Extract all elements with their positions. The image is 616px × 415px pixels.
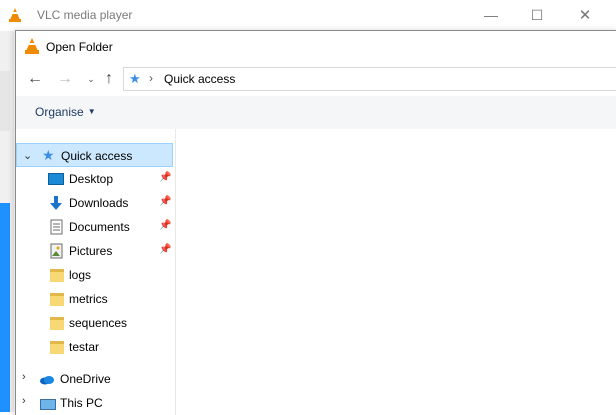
organise-button[interactable]: Organise ▼	[35, 105, 96, 119]
nav-item-logs[interactable]: logs	[16, 263, 173, 287]
nav-item-desktop[interactable]: Desktop 📌	[16, 167, 173, 191]
nav-item-label: Downloads	[69, 196, 129, 210]
nav-item-documents[interactable]: Documents 📌	[16, 215, 173, 239]
nav-item-label: Quick access	[61, 149, 133, 163]
folder-icon	[50, 341, 64, 354]
nav-item-testar[interactable]: testar	[16, 335, 173, 359]
chevron-right-icon[interactable]: ›	[22, 371, 26, 383]
recent-locations-button[interactable]: ⌄	[82, 70, 100, 88]
folder-icon	[50, 293, 64, 306]
vlc-cone-icon	[9, 8, 21, 22]
quick-access-star-icon: ★	[129, 71, 141, 86]
breadcrumb-quick-access[interactable]: Quick access	[164, 72, 235, 86]
navigation-pane: ⌄ ★ Quick access Desktop 📌 Downloads 📌 D…	[16, 129, 176, 415]
nav-item-quick-access[interactable]: ⌄ ★ Quick access	[16, 143, 173, 167]
vlc-panel-fragment	[0, 71, 10, 131]
nav-item-label: sequences	[69, 316, 128, 330]
nav-item-label: Desktop	[69, 172, 114, 186]
chevron-down-icon[interactable]: ⌄	[23, 149, 32, 162]
organise-label: Organise	[35, 105, 84, 119]
nav-item-label: Documents	[69, 220, 130, 234]
folder-icon	[50, 269, 64, 282]
nav-item-onedrive[interactable]: › OneDrive	[16, 367, 173, 391]
onedrive-icon	[40, 376, 54, 385]
pin-icon: 📌	[159, 244, 172, 255]
navigation-bar: ← → ⌄ ↑ ★ › Quick access	[16, 62, 616, 96]
nav-item-sequences[interactable]: sequences	[16, 311, 173, 335]
chevron-down-icon: ▼	[87, 107, 96, 116]
open-folder-dialog: Open Folder ← → ⌄ ↑ ★ › Quick access Org…	[15, 30, 616, 415]
pin-icon: 📌	[159, 196, 172, 207]
nav-item-metrics[interactable]: metrics	[16, 287, 173, 311]
desktop-icon	[48, 173, 64, 185]
nav-item-label: logs	[69, 268, 92, 282]
pin-icon: 📌	[159, 172, 172, 183]
this-pc-icon	[40, 399, 56, 410]
vlc-playlist-fragment	[0, 203, 10, 412]
breadcrumb-separator: ›	[149, 71, 153, 85]
downloads-icon	[50, 196, 62, 210]
vlc-titlebar: VLC media player — ☐ ✕	[0, 0, 616, 31]
pin-icon: 📌	[159, 220, 172, 231]
dialog-titlebar: Open Folder	[16, 31, 616, 62]
nav-item-downloads[interactable]: Downloads 📌	[16, 191, 173, 215]
command-toolbar: Organise ▼	[16, 96, 616, 130]
address-bar[interactable]: ★ › Quick access	[123, 67, 616, 91]
minimize-button[interactable]: —	[468, 0, 514, 31]
vlc-window-title: VLC media player	[37, 8, 133, 22]
quick-access-star-icon: ★	[42, 147, 55, 163]
vlc-cone-icon	[25, 38, 39, 54]
close-button[interactable]: ✕	[562, 0, 608, 31]
nav-item-label: testar	[69, 340, 100, 354]
pictures-icon	[50, 243, 63, 259]
back-button[interactable]: ←	[26, 70, 44, 88]
dialog-title: Open Folder	[46, 40, 113, 54]
folder-content-pane[interactable]	[176, 129, 616, 415]
nav-item-this-pc[interactable]: › This PC	[16, 391, 173, 415]
vlc-background-content	[0, 31, 14, 412]
nav-item-label: Pictures	[69, 244, 113, 258]
folder-icon	[50, 317, 64, 330]
nav-item-label: OneDrive	[60, 372, 111, 386]
nav-item-pictures[interactable]: Pictures 📌	[16, 239, 173, 263]
up-button[interactable]: ↑	[100, 70, 118, 88]
nav-item-label: metrics	[69, 292, 108, 306]
documents-icon	[50, 219, 63, 235]
forward-button[interactable]: →	[56, 70, 74, 88]
chevron-right-icon[interactable]: ›	[22, 395, 26, 407]
maximize-button[interactable]: ☐	[514, 0, 560, 31]
nav-item-label: This PC	[60, 396, 103, 410]
